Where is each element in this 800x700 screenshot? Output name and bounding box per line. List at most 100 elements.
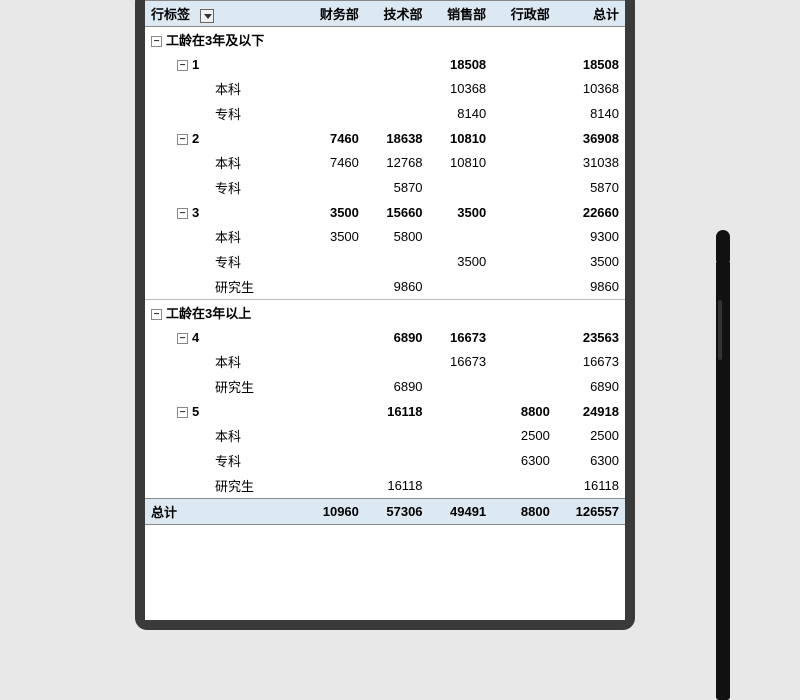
cell: 10960: [301, 499, 365, 525]
col-header[interactable]: 财务部: [301, 1, 365, 27]
row-label: 研究生: [145, 374, 301, 399]
col-header[interactable]: 技术部: [365, 1, 429, 27]
group-name: 工龄在3年以上: [166, 306, 251, 321]
subgroup-name: 1: [192, 57, 199, 72]
cell: [365, 300, 429, 326]
cell: [492, 101, 556, 126]
cell: 16118: [556, 473, 625, 499]
cell: [492, 224, 556, 249]
row-label: 本科: [145, 349, 301, 374]
cell: [301, 374, 365, 399]
cell: 7460: [301, 126, 365, 150]
collapse-icon[interactable]: −: [177, 407, 188, 418]
cell: [556, 27, 625, 53]
pivot-body: −工龄在3年及以下−11850818508本科1036810368专科81408…: [145, 27, 625, 525]
cell: [301, 76, 365, 101]
row-label: 专科: [145, 448, 301, 473]
cell: [301, 101, 365, 126]
cell: 7460: [301, 150, 365, 175]
cell: [492, 76, 556, 101]
group-row[interactable]: −工龄在3年以上: [145, 300, 625, 326]
collapse-icon[interactable]: −: [151, 309, 162, 320]
tablet-frame: 行标签 财务部 技术部 销售部 行政部 总计 −工龄在3年及以下−1185081…: [135, 0, 635, 630]
row-label: −4: [145, 325, 301, 349]
cell: 2500: [492, 423, 556, 448]
cell: [365, 76, 429, 101]
cell: 16673: [556, 349, 625, 374]
cell: [492, 27, 556, 53]
leaf-row: 研究生1611816118: [145, 473, 625, 499]
cell: [301, 274, 365, 300]
cell: [429, 224, 493, 249]
cell: [492, 300, 556, 326]
cell: [492, 374, 556, 399]
col-header[interactable]: 总计: [556, 1, 625, 27]
leaf-row: 本科350058009300: [145, 224, 625, 249]
cell: [492, 175, 556, 200]
dropdown-icon[interactable]: [200, 9, 214, 23]
cell: 8800: [492, 499, 556, 525]
subgroup-row[interactable]: −3350015660350022660: [145, 200, 625, 224]
leaf-row: 本科1667316673: [145, 349, 625, 374]
subgroup-row[interactable]: −11850818508: [145, 52, 625, 76]
subgroup-row[interactable]: −4 689016673 23563: [145, 325, 625, 349]
col-header[interactable]: 销售部: [429, 1, 493, 27]
cell: [429, 175, 493, 200]
cell: 5800: [365, 224, 429, 249]
cell: 23563: [556, 325, 625, 349]
cell: 18508: [556, 52, 625, 76]
cell: [492, 349, 556, 374]
cell: [365, 27, 429, 53]
col-header[interactable]: 行政部: [492, 1, 556, 27]
cell: [429, 448, 493, 473]
cell: 6890: [365, 325, 429, 349]
cell: [492, 126, 556, 150]
cell: 126557: [556, 499, 625, 525]
row-label-text: 行标签: [151, 7, 190, 22]
cell: 8140: [556, 101, 625, 126]
collapse-icon[interactable]: −: [151, 36, 162, 47]
cell: 6300: [492, 448, 556, 473]
cell: 6300: [556, 448, 625, 473]
cell: [365, 52, 429, 76]
leaf-row: 研究生 6890 6890: [145, 374, 625, 399]
cell: 16673: [429, 325, 493, 349]
cell: [301, 249, 365, 274]
header-row: 行标签 财务部 技术部 销售部 行政部 总计: [145, 1, 625, 27]
subgroup-row[interactable]: −516118880024918: [145, 399, 625, 423]
cell: [301, 175, 365, 200]
cell: 6890: [556, 374, 625, 399]
leaf-row: 专科81408140: [145, 101, 625, 126]
row-label: 专科: [145, 101, 301, 126]
cell: [301, 52, 365, 76]
leaf-row: 本科7460127681081031038: [145, 150, 625, 175]
cell: [492, 325, 556, 349]
row-label: 本科: [145, 76, 301, 101]
row-label: −1: [145, 52, 301, 76]
collapse-icon[interactable]: −: [177, 208, 188, 219]
cell: 3500: [301, 200, 365, 224]
cell: [492, 249, 556, 274]
subgroup-row[interactable]: −27460186381081036908: [145, 126, 625, 150]
cell: 49491: [429, 499, 493, 525]
row-label: 研究生: [145, 473, 301, 499]
cell: 36908: [556, 126, 625, 150]
cell: [301, 448, 365, 473]
group-name: 工龄在3年及以下: [166, 33, 264, 48]
row-label-header[interactable]: 行标签: [145, 1, 301, 27]
group-row[interactable]: −工龄在3年及以下: [145, 27, 625, 53]
cell: 9860: [365, 274, 429, 300]
collapse-icon[interactable]: −: [177, 134, 188, 145]
cell: 3500: [301, 224, 365, 249]
row-label: −5: [145, 399, 301, 423]
cell: 3500: [429, 200, 493, 224]
cell: [301, 300, 365, 326]
collapse-icon[interactable]: −: [177, 60, 188, 71]
cell: 12768: [365, 150, 429, 175]
cell: 15660: [365, 200, 429, 224]
row-label: 本科: [145, 224, 301, 249]
cell: [492, 473, 556, 499]
collapse-icon[interactable]: −: [177, 333, 188, 344]
cell: 6890: [365, 374, 429, 399]
cell: [365, 423, 429, 448]
